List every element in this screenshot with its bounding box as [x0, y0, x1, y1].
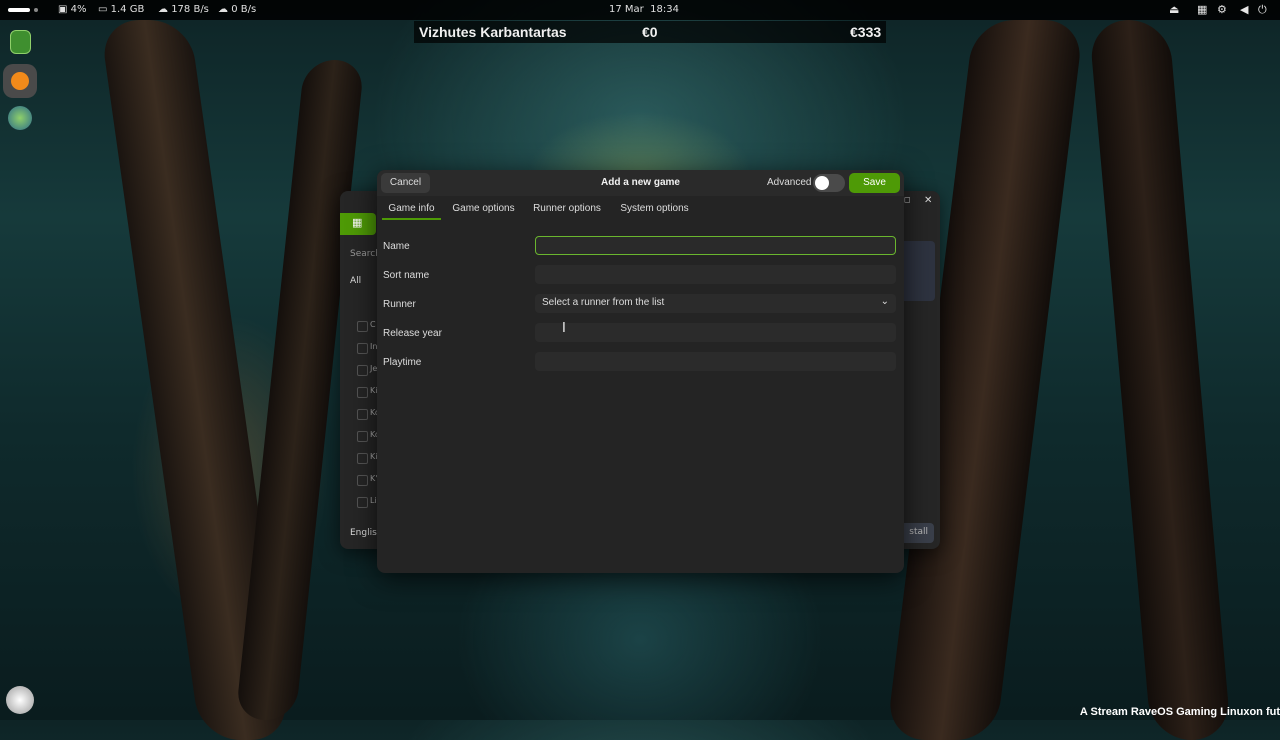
eject-icon[interactable]: ⏏ [1169, 3, 1179, 16]
ticker-value-right: €333 [850, 24, 882, 40]
tab-system-options[interactable]: System options [619, 198, 690, 220]
app-grid-icon[interactable] [6, 686, 34, 714]
settings-icon[interactable]: ⚙ [1217, 3, 1227, 16]
checkbox[interactable] [357, 321, 368, 332]
advanced-toggle[interactable] [813, 174, 845, 192]
maximize-icon[interactable]: ◻ [904, 195, 911, 204]
sort-name-label: Sort name [383, 270, 430, 281]
advanced-label: Advanced [767, 177, 812, 188]
download-indicator: ☁ 178 B/s [158, 4, 209, 15]
cpu-indicator: ▣ 4% [58, 4, 87, 15]
system-monitor-icon[interactable] [10, 30, 31, 54]
checkbox[interactable] [357, 387, 368, 398]
checkbox[interactable] [357, 497, 368, 508]
playtime-label: Playtime [383, 357, 422, 368]
orange-circle-icon [11, 72, 29, 90]
name-field[interactable] [535, 236, 896, 255]
ticker-value-left: €0 [642, 24, 658, 40]
upload-indicator: ☁ 0 B/s [218, 4, 257, 15]
tab-runner-options[interactable]: Runner options [532, 198, 602, 220]
tab-game-info[interactable]: Game info [382, 198, 441, 220]
save-button[interactable]: Save [849, 173, 900, 193]
text-cursor-icon: I [562, 321, 566, 336]
toggle-knob [815, 176, 829, 190]
volume-icon[interactable]: ◀ [1240, 3, 1248, 16]
checkbox[interactable] [357, 343, 368, 354]
checkbox[interactable] [357, 365, 368, 376]
ticker-name: Vizhutes Karbantartas [419, 24, 567, 40]
runner-label: Runner [383, 299, 416, 310]
playtime-field[interactable] [535, 352, 896, 371]
add-game-dialog: Cancel Add a new game Advanced Save Game… [377, 170, 904, 573]
game-app-icon[interactable] [8, 106, 32, 130]
checkbox[interactable] [357, 409, 368, 420]
close-icon[interactable]: ✕ [924, 195, 932, 206]
checkbox[interactable] [357, 475, 368, 486]
grid-icon: ▦ [352, 216, 363, 229]
price-ticker: Vizhutes Karbantartas €0 €333 [414, 21, 886, 43]
dialog-header: Cancel Add a new game Advanced Save [377, 170, 904, 196]
power-icon[interactable]: ⏻ [1258, 3, 1267, 17]
background-tree [1088, 20, 1232, 740]
grid-view-button[interactable]: ▦ [340, 213, 376, 235]
top-bar: ▣ 4% ▭ 1.4 GB ☁ 178 B/s ☁ 0 B/s 17 Mar 1… [0, 0, 1280, 20]
runner-select[interactable]: Select a runner from the list ⌄ [535, 294, 896, 313]
sort-name-field[interactable] [535, 265, 896, 284]
install-button[interactable]: stall [900, 523, 934, 543]
memory-indicator: ▭ 1.4 GB [98, 4, 145, 15]
lutris-app-icon[interactable] [3, 64, 37, 98]
chevron-down-icon: ⌄ [880, 296, 889, 307]
filter-all[interactable]: All [350, 276, 361, 286]
release-year-label: Release year [383, 328, 442, 339]
checkbox[interactable] [357, 453, 368, 464]
stream-watermark: A Stream RaveOS Gaming Linuxon fut [1079, 706, 1280, 718]
name-label: Name [383, 241, 410, 252]
tab-game-options[interactable]: Game options [451, 198, 516, 220]
clock[interactable]: 17 Mar 18:34 [609, 4, 679, 15]
release-year-field[interactable] [535, 323, 896, 342]
keyboard-icon[interactable]: ▦ [1197, 3, 1207, 16]
workspace-indicator[interactable] [8, 8, 38, 12]
checkbox[interactable] [357, 431, 368, 442]
